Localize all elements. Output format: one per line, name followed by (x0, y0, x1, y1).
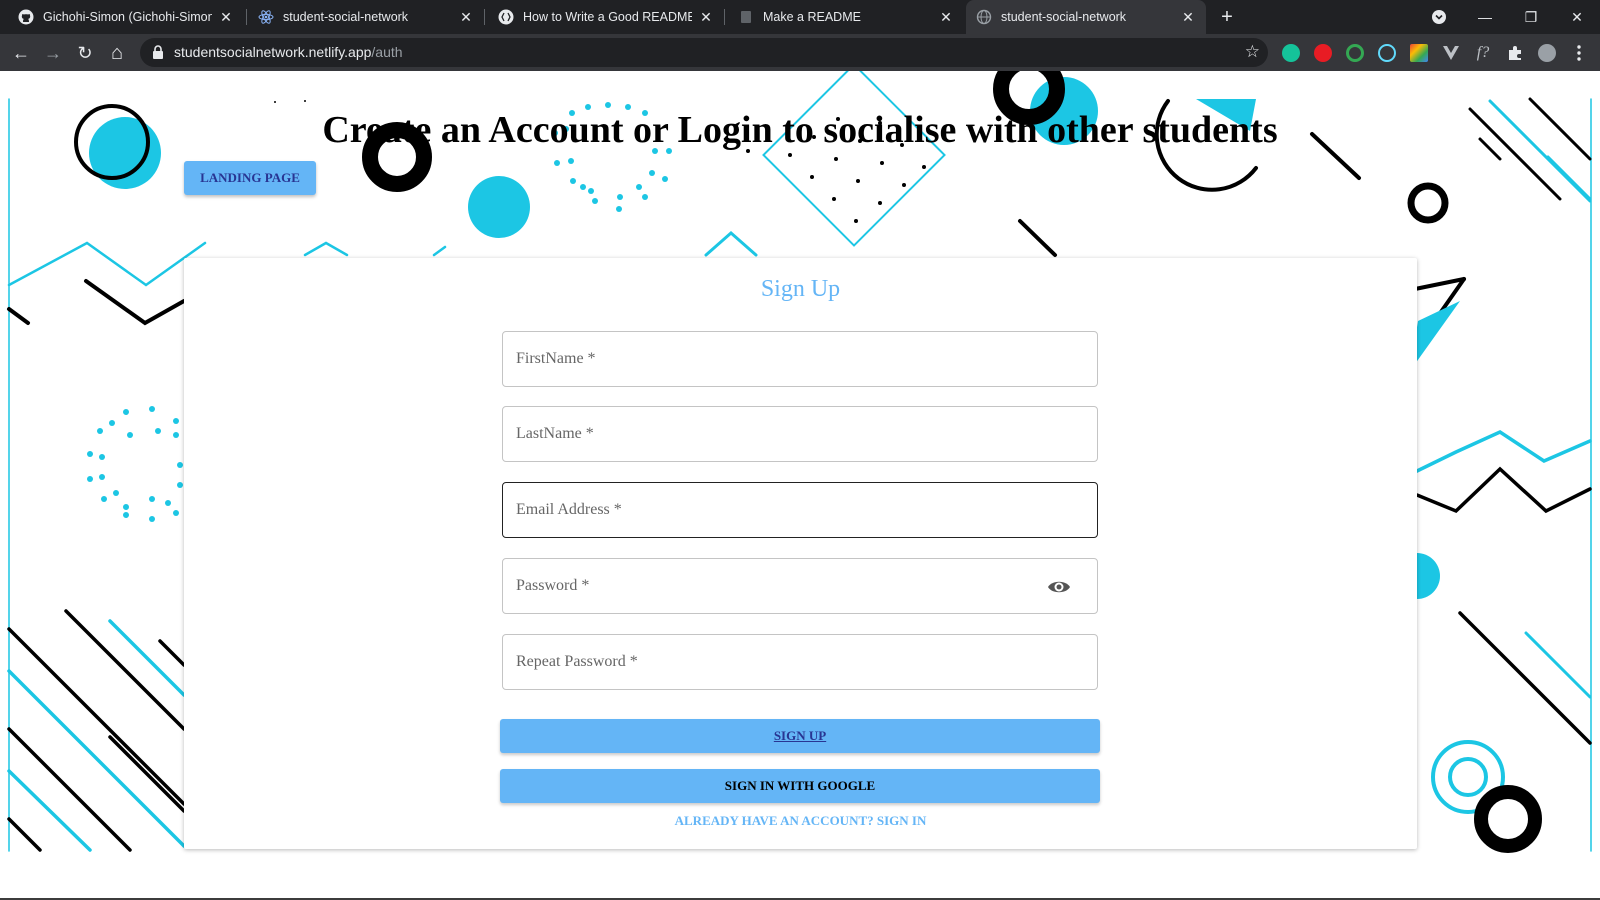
reload-button[interactable]: ↻ (72, 40, 98, 66)
page-title: Create an Account or Login to socialise … (322, 109, 1278, 151)
close-icon[interactable]: ✕ (1180, 9, 1196, 25)
tab-title: Make a README (763, 10, 861, 24)
repeat-password-input[interactable] (503, 635, 1097, 689)
tab-student-social-network-active[interactable]: student-social-network ✕ (966, 0, 1206, 34)
puzzle-icon[interactable] (1506, 44, 1524, 62)
browser-toolbar: ← → ↻ ⌂ studentsocialnetwork.netlify.app… (0, 34, 1600, 71)
close-icon[interactable]: ✕ (458, 9, 474, 25)
tab-separator (246, 9, 247, 25)
landing-page-button[interactable]: LANDING PAGE (184, 161, 316, 195)
first-name-input[interactable] (503, 332, 1097, 386)
last-name-field[interactable] (502, 406, 1098, 462)
url-text: studentsocialnetwork.netlify.app/auth (174, 44, 403, 60)
chevron-down-icon (1432, 10, 1446, 24)
close-window-button[interactable]: ✕ (1554, 0, 1600, 34)
email-input[interactable] (503, 483, 1097, 537)
profile-icon[interactable] (1538, 44, 1556, 62)
home-button[interactable]: ⌂ (104, 40, 130, 66)
dev-icon (498, 9, 514, 25)
bookmark-star-icon[interactable]: ☆ (1245, 42, 1260, 62)
github-icon (18, 9, 34, 25)
menu-icon[interactable] (1570, 44, 1588, 62)
form-title: Sign Up (760, 276, 841, 302)
color-icon[interactable] (1410, 44, 1428, 62)
react-devtools-icon[interactable] (1378, 44, 1396, 62)
signup-card: Sign Up SIGN UP SIGN IN WITH GOOGLE ALRE… (184, 258, 1417, 849)
email-field[interactable] (502, 482, 1098, 538)
target-icon[interactable] (1346, 44, 1364, 62)
close-icon[interactable]: ✕ (698, 9, 714, 25)
back-button[interactable]: ← (8, 40, 34, 66)
tab-title: How to Write a Good README Fi (523, 10, 692, 24)
browser-tab-bar: Gichohi-Simon (Gichohi-Simon) ✕ student-… (0, 0, 1600, 34)
tab-title: Gichohi-Simon (Gichohi-Simon) (43, 10, 212, 24)
first-name-field[interactable] (502, 331, 1098, 387)
globe-icon (976, 9, 992, 25)
adblock-icon[interactable] (1314, 44, 1332, 62)
grammarly-icon[interactable] (1282, 44, 1300, 62)
tab-separator (484, 9, 485, 25)
tab-make-a-readme[interactable]: Make a README ✕ (728, 0, 964, 34)
minimize-button[interactable]: — (1462, 0, 1508, 34)
close-icon[interactable]: ✕ (938, 9, 954, 25)
close-icon[interactable]: ✕ (218, 9, 234, 25)
tab-search-button[interactable] (1416, 0, 1462, 34)
last-name-input[interactable] (503, 407, 1097, 461)
restore-button[interactable]: ❐ (1508, 0, 1554, 34)
lock-icon (153, 45, 163, 59)
password-input[interactable] (503, 559, 1097, 613)
forward-button[interactable]: → (40, 40, 66, 66)
document-icon (738, 9, 754, 25)
eye-icon[interactable] (1047, 578, 1071, 596)
tab-title: student-social-network (283, 10, 409, 24)
sign-in-link[interactable]: ALREADY HAVE AN ACCOUNT? SIGN IN (184, 813, 1417, 829)
url-host: studentsocialnetwork.netlify.app (174, 44, 372, 60)
tab-title: student-social-network (1001, 10, 1127, 24)
sign-up-button[interactable]: SIGN UP (500, 719, 1100, 753)
sign-in-with-google-button[interactable]: SIGN IN WITH GOOGLE (500, 769, 1100, 803)
tab-separator (724, 9, 725, 25)
auth-page: Create an Account or Login to socialise … (0, 71, 1600, 900)
new-tab-button[interactable]: + (1216, 6, 1238, 28)
url-path: /auth (371, 44, 403, 60)
password-field[interactable] (502, 558, 1098, 614)
tab-student-social-network[interactable]: student-social-network ✕ (248, 0, 484, 34)
react-icon (258, 9, 274, 25)
address-bar[interactable]: studentsocialnetwork.netlify.app/auth ☆ (140, 38, 1268, 67)
formula-icon[interactable]: f? (1474, 44, 1492, 62)
repeat-password-field[interactable] (502, 634, 1098, 690)
vue-icon[interactable] (1442, 44, 1460, 62)
tab-github[interactable]: Gichohi-Simon (Gichohi-Simon) ✕ (8, 0, 244, 34)
tab-readme-article[interactable]: How to Write a Good README Fi ✕ (488, 0, 724, 34)
